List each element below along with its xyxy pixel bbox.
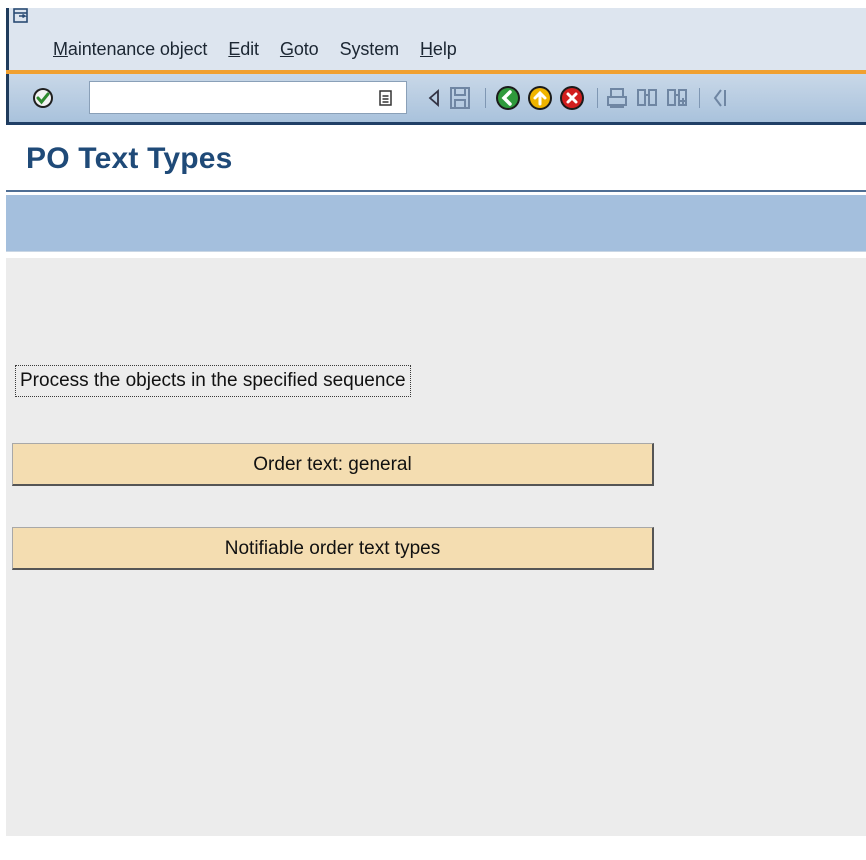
menu-help[interactable]: Help: [420, 39, 457, 60]
instruction-text: Process the objects in the specified seq…: [15, 365, 411, 397]
menu-system-label: System: [339, 39, 400, 59]
command-field[interactable]: [89, 81, 407, 114]
save-icon[interactable]: [449, 86, 471, 110]
sap-window: Maintenance object Edit Goto System Help: [0, 0, 866, 860]
cancel-icon[interactable]: [559, 85, 585, 111]
menu-edit[interactable]: Edit: [228, 39, 259, 60]
toolbar-separator: [699, 88, 700, 108]
back-arrow-icon[interactable]: [427, 89, 441, 107]
print-icon[interactable]: [605, 86, 629, 110]
menu-goto[interactable]: Goto: [280, 39, 319, 60]
menu-maintenance-object-label: aintenance object: [67, 39, 208, 59]
command-input[interactable]: [90, 82, 382, 113]
menu-goto-label: oto: [293, 39, 319, 59]
toolbar-separator: [485, 88, 486, 108]
find-next-icon[interactable]: [665, 86, 689, 110]
menu-maintenance-object-mnemonic: M: [53, 39, 68, 59]
toolbar-separator: [597, 88, 598, 108]
notifiable-order-text-types-button[interactable]: Notifiable order text types: [12, 527, 654, 570]
menu-edit-label: dit: [240, 39, 259, 59]
history-icon[interactable]: [378, 89, 394, 107]
first-page-icon[interactable]: [709, 86, 729, 110]
exit-icon[interactable]: [527, 85, 553, 111]
title-bar: PO Text Types: [6, 128, 866, 192]
application-toolbar: [6, 195, 866, 252]
order-text-general-button[interactable]: Order text: general: [12, 443, 654, 486]
menu-help-mnemonic: H: [420, 39, 433, 59]
back-icon[interactable]: [495, 85, 521, 111]
page-title: PO Text Types: [26, 142, 233, 175]
system-menu-icon[interactable]: [13, 8, 29, 24]
menu-bar: Maintenance object Edit Goto System Help: [6, 8, 866, 70]
find-icon[interactable]: [635, 86, 659, 110]
menu-maintenance-object[interactable]: Maintenance object: [53, 39, 207, 60]
system-toolbar: [6, 74, 866, 125]
menu-edit-mnemonic: E: [228, 39, 241, 59]
enter-icon[interactable]: [31, 86, 55, 110]
menu-system[interactable]: System: [339, 39, 400, 60]
menu-goto-mnemonic: G: [279, 39, 294, 59]
menu-help-label: elp: [432, 39, 457, 59]
main-content: Process the objects in the specified seq…: [6, 258, 866, 836]
